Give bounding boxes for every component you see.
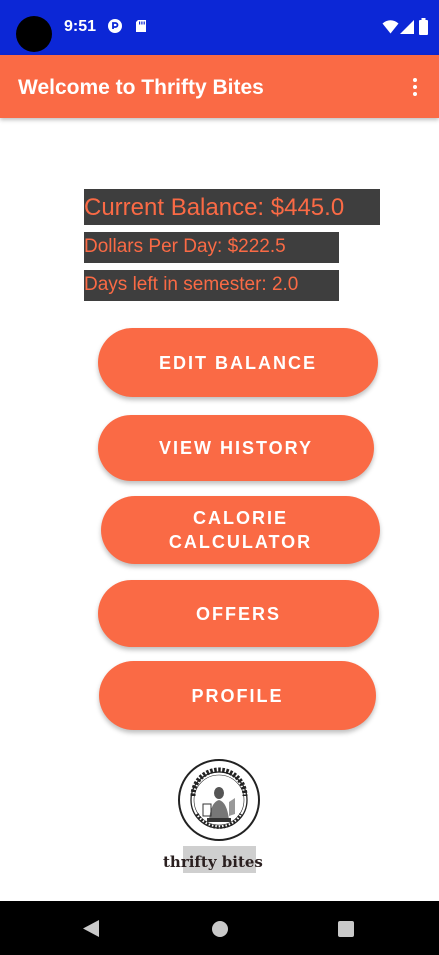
more-vert-icon[interactable] [405, 75, 425, 99]
calorie-calculator-button[interactable]: CALORIE CALCULATOR [101, 496, 380, 564]
app-bar: Welcome to Thrifty Bites [0, 55, 439, 118]
brand-wordmark: thrifty bites [163, 853, 263, 871]
app-title: Welcome to Thrifty Bites [18, 76, 264, 99]
nav-back-icon[interactable] [83, 920, 99, 937]
view-history-button[interactable]: VIEW HISTORY [98, 415, 374, 481]
pocket-casts-icon [108, 19, 122, 33]
wifi-icon [382, 20, 399, 34]
cellular-icon [400, 20, 414, 34]
profile-button[interactable]: PROFILE [99, 661, 376, 730]
status-bar: 9:51 [0, 0, 439, 55]
edit-balance-button[interactable]: EDIT BALANCE [98, 328, 378, 397]
navigation-bar [0, 901, 439, 955]
pace-university-seal-logo [178, 759, 260, 841]
days-left-text: Days left in semester: 2.0 [84, 270, 339, 301]
status-time: 9:51 [64, 18, 97, 35]
nav-home-icon[interactable] [212, 921, 228, 937]
battery-icon [419, 18, 428, 35]
current-balance-text: Current Balance: $445.0 [84, 189, 380, 225]
dollars-per-day-text: Dollars Per Day: $222.5 [84, 232, 339, 263]
nav-recents-icon[interactable] [338, 921, 354, 937]
sd-card-icon [136, 20, 146, 32]
offers-button[interactable]: OFFERS [98, 580, 379, 647]
camera-cutout [16, 16, 52, 52]
